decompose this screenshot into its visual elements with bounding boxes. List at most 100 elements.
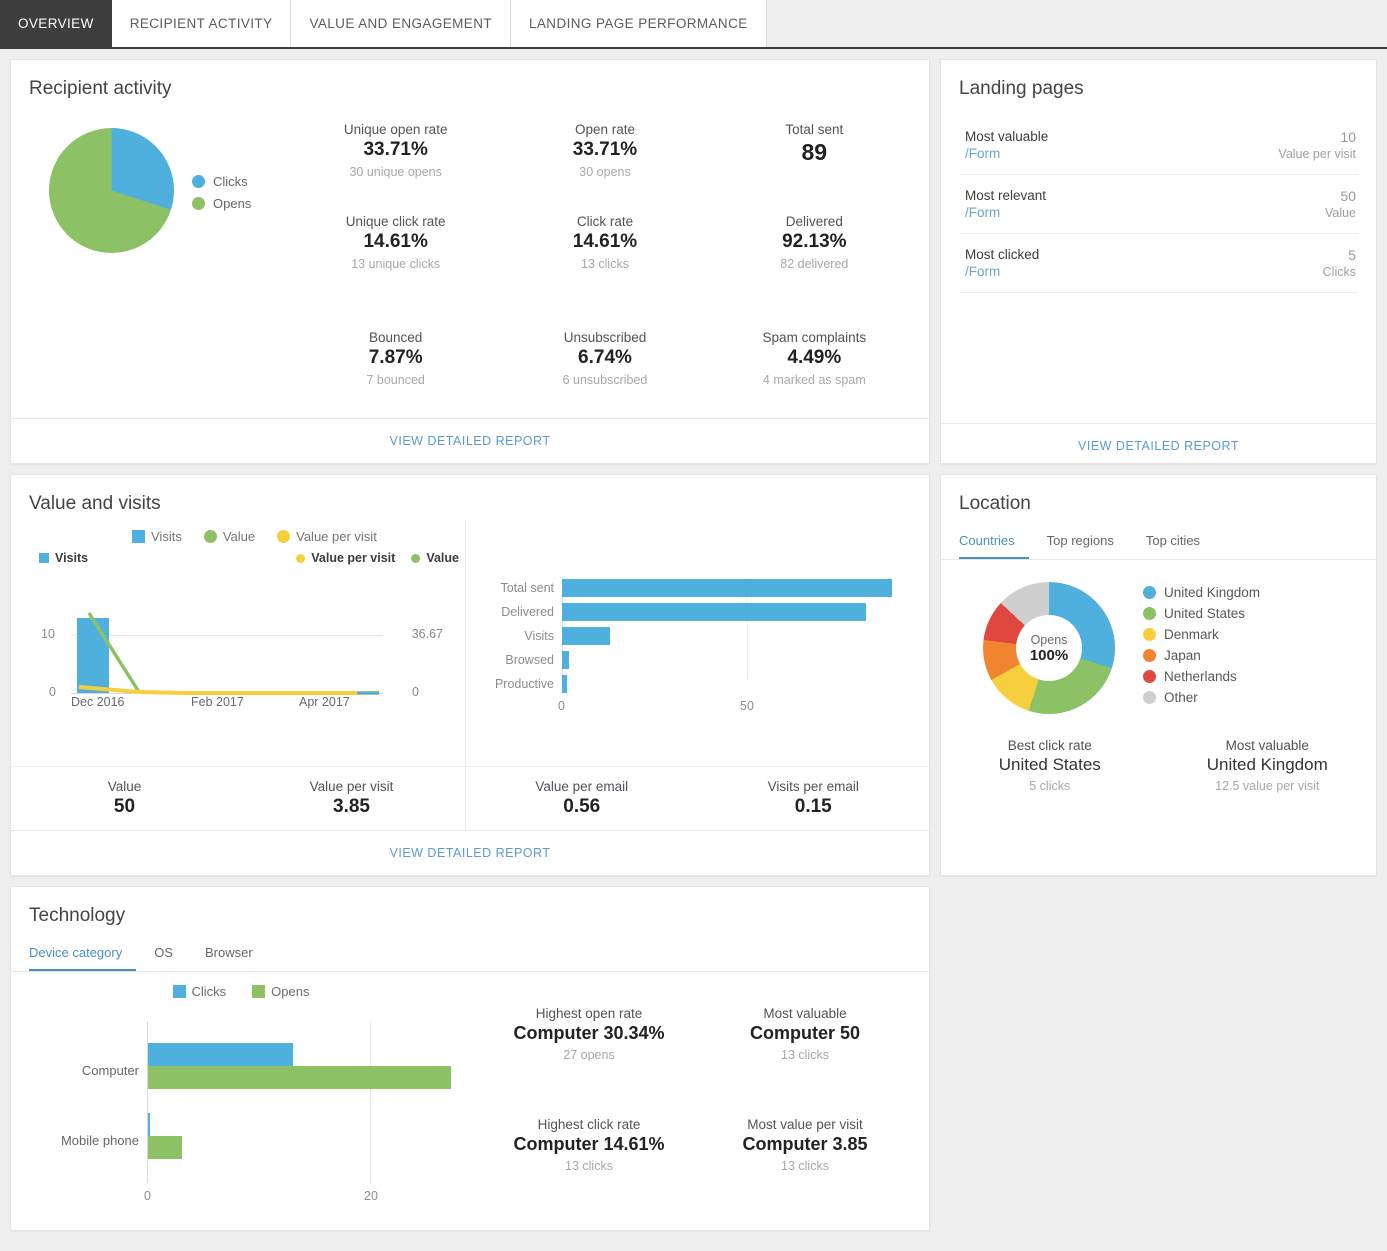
stat-sub: 82 delivered [714,257,915,271]
left-column: Recipient activity Clicks Opens [10,59,930,1231]
legend-item-visits: Visits [132,529,182,544]
stat-open-rate: Open rate 33.71% 30 opens [500,110,709,202]
view-detailed-report-link-recipient-activity[interactable]: VIEW DETAILED REPORT [390,434,551,448]
stat-label: Highest click rate [485,1117,693,1132]
legend-dot-netherlands-icon [1143,670,1156,683]
list-item[interactable]: Most valuable /Form 10 Value per visit [959,116,1358,175]
stat-label: Most valuable [1159,738,1377,753]
tab-top-cities[interactable]: Top cities [1146,525,1214,559]
stat-value: 92.13% [714,231,915,253]
stat-sub: 7 bounced [295,373,496,387]
legend-item-opens: Opens [192,196,251,211]
device-label-mobile-phone: Mobile phone [27,1133,139,1148]
stat-value-per-email: Value per email 0.56 [466,767,698,830]
legend-dot-united-states-icon [1143,607,1156,620]
tab-browser[interactable]: Browser [205,937,267,971]
stat-best-click-rate: Best click rate United States 5 clicks [941,738,1159,793]
stat-click-rate: Click rate 14.61% 13 clicks [500,202,709,294]
value-visits-footer: VIEW DETAILED REPORT [11,830,929,875]
legend-item-netherlands: Netherlands [1143,669,1260,684]
device-x-tick-20: 20 [364,1189,378,1203]
legend-label-united-states: United States [1164,606,1245,621]
legend-item-value: Value [204,529,255,544]
funnel-label-total-sent: Total sent [476,579,554,597]
pie-legend: Clicks Opens [192,128,251,218]
card-technology: Technology Device category OS Browser Cl… [10,886,930,1231]
landing-page-unit: Value per visit [1278,147,1356,161]
location-stats: Best click rate United States 5 clicks M… [941,724,1376,793]
page-title-technology: Technology [11,887,929,933]
legend-row-primary: Visits Value Value per visit [132,529,377,544]
stat-label: Most value per visit [701,1117,909,1132]
funnel-label-browsed: Browsed [476,651,554,669]
legend-item-opens: Opens [252,984,309,999]
stat-value: 89 [714,139,915,166]
view-detailed-report-link-value-visits[interactable]: VIEW DETAILED REPORT [390,846,551,860]
funnel-label-visits: Visits [476,627,554,645]
legend-swatch-opens-icon [252,985,265,998]
legend-item-value-per-visit: Value per visit [277,529,377,544]
card-location: Location Countries Top regions Top citie… [940,474,1377,876]
stat-sub: 13 clicks [701,1159,909,1173]
stat-value-text: 3.85 [242,796,461,818]
legend-item-japan: Japan [1143,648,1260,663]
location-donut-chart: Opens 100% United Kingdom United States [941,560,1376,724]
stat-value: 6.74% [504,347,705,369]
combo-x-axis-labels: Dec 2016 Feb 2017 Apr 2017 [71,695,401,715]
combo-line-value [89,613,379,693]
tab-landing-page-performance[interactable]: LANDING PAGE PERFORMANCE [511,0,767,47]
legend2-dot-value-per-visit-icon [296,554,305,563]
stat-value: Computer 3.85 [701,1134,909,1155]
page-title-value-and-visits: Value and visits [11,475,929,521]
stat-sub: 13 clicks [701,1048,909,1062]
tab-countries[interactable]: Countries [959,525,1029,559]
stat-label: Unique click rate [295,214,496,229]
stat-value-text: 0.15 [702,796,926,818]
legend-label-united-kingdom: United Kingdom [1164,585,1260,600]
landing-page-name: Most relevant [965,188,1046,203]
recipient-activity-pie-chart: Clicks Opens [21,110,291,410]
stat-sub: 13 unique clicks [295,257,496,271]
value-visits-stats-row: Value 50 Value per visit 3.85 Value per … [11,766,929,830]
tab-value-and-engagement[interactable]: VALUE AND ENGAGEMENT [291,0,511,47]
legend-label-visits: Visits [151,529,182,544]
tab-overview[interactable]: OVERVIEW [0,0,112,47]
tab-os[interactable]: OS [154,937,187,971]
legend-item-united-states: United States [1143,606,1260,621]
landing-page-unit: Value [1325,206,1356,220]
landing-page-url-link[interactable]: /Form [965,205,1046,220]
stat-sub: 13 clicks [485,1159,693,1173]
combo-x-tick-feb-2017: Feb 2017 [191,695,244,709]
funnel-label-delivered: Delivered [476,603,554,621]
legend-swatch-visits-icon [132,530,145,543]
device-bar-mobile-opens [148,1136,182,1159]
stat-label: Value [15,779,234,794]
list-item[interactable]: Most relevant /Form 50 Value [959,175,1358,234]
dashboard-page: Recipient activity Clicks Opens [0,49,1387,1241]
landing-page-name: Most clicked [965,247,1039,262]
stat-label: Value per visit [242,779,461,794]
stat-value: Computer 30.34% [485,1023,693,1044]
legend-label-value-per-visit: Value per visit [296,529,377,544]
stat-sub: 6 unsubscribed [504,373,705,387]
tab-top-regions[interactable]: Top regions [1047,525,1128,559]
landing-page-url-link[interactable]: /Form [965,146,1048,161]
view-detailed-report-link-landing-pages[interactable]: VIEW DETAILED REPORT [1078,439,1239,453]
location-spacer [941,793,1376,847]
landing-pages-list: Most valuable /Form 10 Value per visit M… [941,106,1376,423]
stat-unique-open-rate: Unique open rate 33.71% 30 unique opens [291,110,500,202]
stat-sub: 30 opens [504,165,705,179]
device-chart-plot-area: Computer Mobile phone 0 20 [27,1021,455,1211]
technology-legend: Clicks Opens [27,984,455,999]
landing-page-url-link[interactable]: /Form [965,264,1039,279]
stat-label: Delivered [714,214,915,229]
location-subtabs: Countries Top regions Top cities [941,521,1376,560]
combo-x-tick-apr-2017: Apr 2017 [299,695,350,709]
stat-spam-complaints: Spam complaints 4.49% 4 marked as spam [710,294,919,410]
funnel-bar-productive [562,675,567,693]
list-item[interactable]: Most clicked /Form 5 Clicks [959,234,1358,293]
stat-value: Computer 50 [701,1023,909,1044]
tab-recipient-activity[interactable]: RECIPIENT ACTIVITY [112,0,292,47]
tab-device-category[interactable]: Device category [29,937,136,971]
technology-subtabs: Device category OS Browser [11,933,929,972]
